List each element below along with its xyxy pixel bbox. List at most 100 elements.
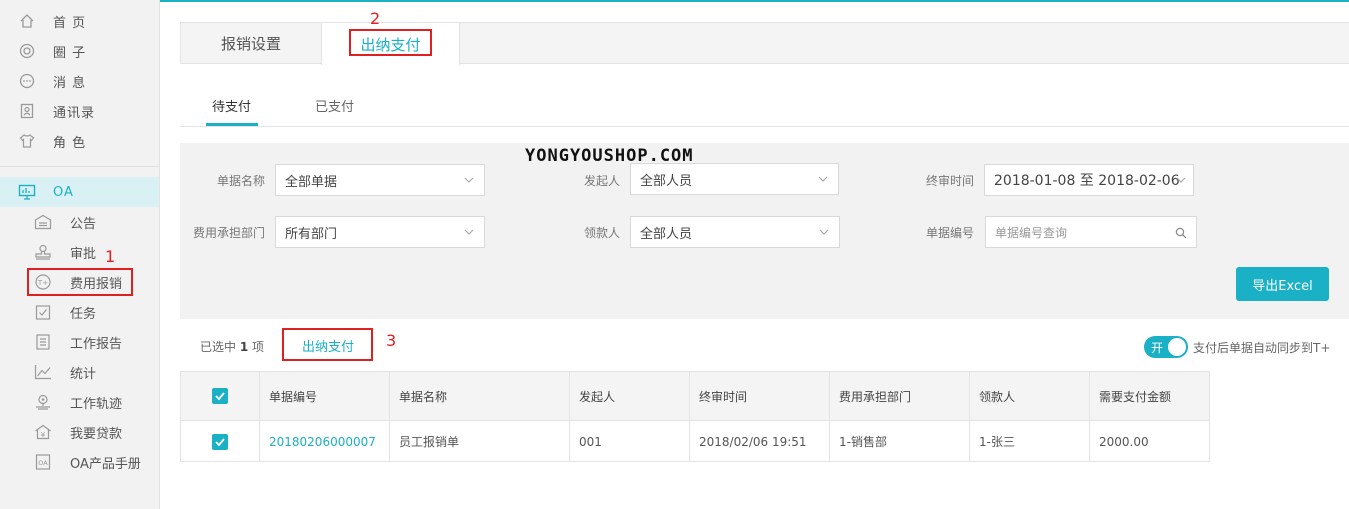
doc-no-label: 单据编号 — [925, 226, 974, 240]
dept-label: 费用承担部门 — [192, 226, 265, 240]
sidebar-item-label: 圈 子 — [53, 45, 87, 61]
selected-count-text: 已选中 1 项 — [200, 338, 264, 355]
annotation-box-3 — [282, 328, 373, 361]
initiator-select[interactable]: 全部人员 — [630, 163, 839, 195]
monitor-icon — [18, 183, 36, 201]
report-icon — [34, 333, 52, 351]
payment-table: 单据编号 单据名称 发起人 终审时间 费用承担部门 领款人 需要支付金额 201… — [180, 371, 1210, 462]
chevron-down-icon — [464, 177, 474, 183]
svg-text:¥: ¥ — [41, 431, 46, 439]
doc-no-placeholder: 单据编号查询 — [995, 225, 1068, 240]
column-header[interactable]: 单据名称 — [389, 372, 569, 420]
sidebar-item-messages[interactable]: 消 息 — [0, 66, 159, 96]
notice-icon — [34, 213, 52, 231]
final-time-label: 终审时间 — [925, 174, 974, 188]
table-cell: 1-张三 — [969, 421, 1089, 462]
sidebar-item-oa[interactable]: OA — [0, 177, 159, 207]
sidebar-item-label: 消 息 — [53, 75, 87, 91]
sidebar-item-label: 统计 — [70, 366, 97, 382]
export-excel-button[interactable]: 导出Excel — [1236, 267, 1329, 301]
sidebar-item-label: 角 色 — [53, 135, 87, 151]
contacts-icon — [18, 102, 36, 120]
chart-icon — [34, 363, 52, 381]
sidebar-item-manual[interactable]: OA OA产品手册 — [0, 447, 159, 477]
auto-sync-label: 支付后单据自动同步到T+ — [1193, 341, 1331, 355]
sidebar-item-label: 我要贷款 — [70, 426, 123, 442]
manual-icon: OA — [34, 453, 52, 471]
sidebar-item-contacts[interactable]: 通讯录 — [0, 96, 159, 126]
search-icon[interactable] — [1175, 227, 1187, 239]
table-cell: 2018/02/06 19:51 — [689, 421, 829, 462]
payee-select[interactable]: 全部人员 — [630, 216, 840, 248]
annotation-box-2 — [349, 29, 432, 56]
sidebar-item-label: OA — [53, 184, 74, 200]
initiator-value: 全部人员 — [640, 173, 693, 189]
final-time-value: 2018-01-08 至 2018-02-06 — [994, 173, 1180, 189]
dept-select[interactable]: 所有部门 — [275, 216, 485, 248]
doc-name-select[interactable]: 全部单据 — [275, 164, 485, 196]
sidebar-item-approval[interactable]: 审批 — [0, 237, 159, 267]
message-icon — [18, 72, 36, 90]
annotation-number-1: 1 — [105, 247, 116, 266]
chevron-down-icon — [818, 176, 828, 182]
sidebar-item-roles[interactable]: 角 色 — [0, 126, 159, 156]
doc-name-label: 单据名称 — [216, 174, 265, 188]
sidebar-item-stats[interactable]: 统计 — [0, 357, 159, 387]
chevron-down-icon — [464, 229, 474, 235]
top-accent-line — [0, 0, 1349, 2]
auto-sync-toggle[interactable]: 开 — [1144, 336, 1188, 358]
select-all-checkbox[interactable] — [212, 388, 228, 404]
checkmark-icon — [215, 392, 225, 401]
sidebar-item-track[interactable]: 工作轨迹 — [0, 387, 159, 417]
initiator-label: 发起人 — [583, 174, 620, 188]
stamp-icon — [34, 243, 52, 261]
tab-pending-payment[interactable]: 待支付 — [212, 96, 251, 115]
sidebar: 首 页 圈 子 消 息 通讯录 角 色 OA 公告 审批 T+ 费用报销 任务 … — [0, 0, 160, 509]
chevron-down-icon — [819, 229, 829, 235]
sidebar-item-notice[interactable]: 公告 — [0, 207, 159, 237]
sidebar-item-label: 工作轨迹 — [70, 396, 123, 412]
column-header[interactable]: 单据编号 — [259, 372, 389, 420]
chevron-down-icon — [1176, 177, 1186, 183]
home-icon — [18, 12, 36, 30]
table-cell: 1-销售部 — [829, 421, 969, 462]
column-header[interactable]: 终审时间 — [689, 372, 829, 420]
sidebar-divider — [0, 166, 159, 167]
sidebar-item-label: 首 页 — [53, 15, 87, 31]
final-time-range-picker[interactable]: 2018-01-08 至 2018-02-06 — [984, 164, 1194, 196]
table-cell: 2000.00 — [1089, 421, 1209, 462]
annotation-number-3: 3 — [386, 331, 397, 350]
row-checkbox[interactable] — [212, 433, 228, 450]
checkmark-icon — [215, 437, 225, 446]
table-cell: 员工报销单 — [389, 421, 569, 462]
row-checkbox-cell — [181, 421, 259, 462]
location-icon — [34, 393, 52, 411]
sidebar-item-label: 审批 — [70, 246, 97, 262]
column-header[interactable]: 费用承担部门 — [829, 372, 969, 420]
column-header[interactable]: 发起人 — [569, 372, 689, 420]
shirt-icon — [18, 132, 36, 150]
sidebar-item-report[interactable]: 工作报告 — [0, 327, 159, 357]
doc-number-link[interactable]: 20180206000007 — [259, 421, 389, 462]
sidebar-item-label: 工作报告 — [70, 336, 123, 352]
sidebar-item-label: 公告 — [70, 216, 97, 232]
sidebar-item-home[interactable]: 首 页 — [0, 6, 159, 36]
circle-icon — [18, 42, 36, 60]
task-icon — [34, 303, 52, 321]
tab-paid[interactable]: 已支付 — [315, 96, 354, 115]
doc-no-search-input[interactable]: 单据编号查询 — [985, 216, 1197, 248]
sidebar-item-circle[interactable]: 圈 子 — [0, 36, 159, 66]
tab-reimbursement-settings[interactable]: 报销设置 — [180, 23, 321, 64]
sidebar-item-label: 通讯录 — [53, 105, 96, 121]
sidebar-item-label: 任务 — [70, 306, 97, 322]
svg-text:OA: OA — [38, 459, 48, 467]
toggle-text: 开 — [1151, 341, 1164, 355]
annotation-box-1 — [27, 268, 133, 296]
column-header[interactable]: 领款人 — [969, 372, 1089, 420]
column-header[interactable]: 需要支付金额 — [1089, 372, 1209, 420]
toggle-knob — [1168, 338, 1186, 356]
sidebar-item-task[interactable]: 任务 — [0, 297, 159, 327]
sidebar-item-loan[interactable]: ¥ 我要贷款 — [0, 417, 159, 447]
table-header: 单据编号 单据名称 发起人 终审时间 费用承担部门 领款人 需要支付金额 — [181, 372, 1209, 421]
table-row[interactable]: 20180206000007 员工报销单 001 2018/02/06 19:5… — [181, 421, 1209, 462]
